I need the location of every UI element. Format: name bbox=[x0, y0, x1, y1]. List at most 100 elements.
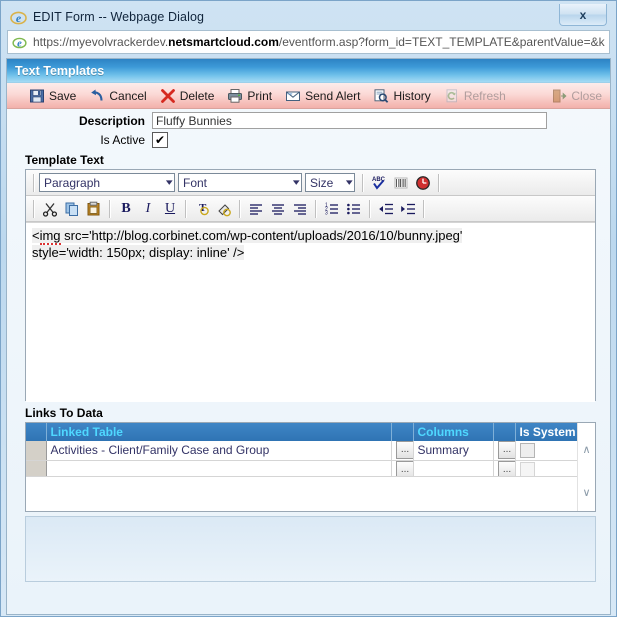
col-header-is-system[interactable]: Is System bbox=[515, 423, 580, 441]
barcode-icon[interactable] bbox=[390, 173, 412, 193]
col-header-rowselect[interactable] bbox=[26, 423, 47, 441]
col-header-blank2 bbox=[493, 423, 516, 441]
copy-icon[interactable] bbox=[61, 199, 83, 219]
bold-icon[interactable]: B bbox=[115, 199, 137, 219]
indent-icon[interactable] bbox=[397, 199, 419, 219]
close-record-button[interactable]: Close bbox=[551, 84, 602, 107]
spellcheck-abc-icon[interactable]: ABC bbox=[368, 173, 390, 193]
cancel-button[interactable]: Cancel bbox=[89, 84, 147, 107]
delete-label: Delete bbox=[179, 88, 215, 103]
refresh-button[interactable]: Refresh bbox=[444, 84, 506, 107]
links-to-data-grid: Linked Table Columns Is System Activitie… bbox=[25, 422, 596, 512]
links-to-data-label: Links To Data bbox=[25, 406, 103, 420]
underline-icon[interactable]: U bbox=[159, 199, 181, 219]
highlight-fill-icon[interactable] bbox=[213, 199, 235, 219]
print-label: Print bbox=[247, 88, 273, 103]
envelope-icon bbox=[285, 88, 301, 104]
text-color-icon[interactable]: T bbox=[191, 199, 213, 219]
save-button[interactable]: Save bbox=[29, 84, 76, 107]
address-bar[interactable]: e https://myevolvrackerdev.netsmartcloud… bbox=[7, 30, 610, 54]
dialog-titlebar: e EDIT Form -- Webpage Dialog x bbox=[6, 4, 611, 29]
footer-panel bbox=[25, 516, 596, 582]
cut-scissors-icon[interactable] bbox=[39, 199, 61, 219]
refresh-page-icon bbox=[444, 88, 460, 104]
description-input[interactable] bbox=[152, 112, 547, 129]
cell-columns[interactable]: Summary bbox=[413, 441, 494, 461]
chevron-down-icon: ▾ bbox=[346, 177, 354, 187]
editor-line1-prefix: < bbox=[32, 228, 40, 243]
command-toolbar: Save Cancel Delete Print Send Alert Hist… bbox=[7, 83, 610, 109]
close-record-label: Close bbox=[571, 88, 602, 103]
svg-text:e: e bbox=[17, 38, 22, 49]
rich-text-editor: Paragraph ▾ Font ▾ Size ▾ ABC B I U T 1 … bbox=[25, 169, 596, 402]
isactive-checkbox[interactable]: ✔ bbox=[152, 132, 168, 148]
refresh-label: Refresh bbox=[463, 88, 506, 103]
scroll-down-icon[interactable]: ∨ bbox=[578, 484, 595, 501]
cell-linked-table[interactable]: Activities - Client/Family Case and Grou… bbox=[46, 441, 392, 461]
align-right-icon[interactable] bbox=[289, 199, 311, 219]
url-path: /eventform.asp?form_id=TEXT_TEMPLATE&par… bbox=[278, 35, 605, 49]
ellipsis-button[interactable]: ... bbox=[497, 441, 514, 459]
isactive-row: Is Active ✔ bbox=[7, 129, 610, 148]
editor-line-1: <img src='http://blog.corbinet.com/wp-co… bbox=[32, 227, 589, 245]
red-x-icon bbox=[160, 88, 176, 104]
paste-icon[interactable] bbox=[83, 199, 105, 219]
clock-icon[interactable] bbox=[412, 173, 434, 193]
send-alert-button[interactable]: Send Alert bbox=[285, 84, 360, 107]
close-icon: x bbox=[579, 7, 587, 22]
col-header-linked-table[interactable]: Linked Table bbox=[46, 423, 392, 441]
toolbar-divider bbox=[33, 173, 35, 192]
address-bar-url: https://myevolvrackerdev.netsmartcloud.c… bbox=[33, 35, 605, 49]
isactive-label: Is Active bbox=[100, 133, 145, 147]
toolbar-divider bbox=[109, 199, 111, 218]
font-family-select[interactable]: Font ▾ bbox=[178, 173, 302, 192]
table-header-row: Linked Table Columns Is System bbox=[26, 423, 580, 441]
svg-text:ABC: ABC bbox=[372, 177, 386, 183]
row-selector[interactable] bbox=[26, 441, 47, 461]
exit-door-icon bbox=[551, 88, 567, 104]
svg-text:e: e bbox=[16, 11, 22, 25]
toolbar-divider bbox=[362, 173, 364, 192]
is-system-checkbox[interactable] bbox=[519, 442, 535, 458]
print-button[interactable]: Print bbox=[227, 84, 272, 107]
scroll-up-icon[interactable]: ∧ bbox=[578, 441, 595, 458]
editor-line2-text: style='width: 150px; display: inline' /> bbox=[32, 245, 245, 261]
ie-logo-icon: e bbox=[10, 9, 27, 26]
history-label: History bbox=[393, 88, 431, 103]
editor-content[interactable]: <img src='http://blog.corbinet.com/wp-co… bbox=[26, 222, 595, 402]
save-label: Save bbox=[49, 88, 77, 103]
form-body: Description Is Active ✔ Template Text Pa… bbox=[7, 109, 610, 614]
undo-arrow-icon bbox=[89, 88, 105, 104]
align-left-icon[interactable] bbox=[245, 199, 267, 219]
col-header-columns[interactable]: Columns bbox=[413, 423, 494, 441]
outdent-icon[interactable] bbox=[375, 199, 397, 219]
checkmark-icon: ✔ bbox=[154, 133, 166, 147]
col-header-blank1 bbox=[391, 423, 414, 441]
italic-icon[interactable]: I bbox=[137, 199, 159, 219]
grid-scrollbar[interactable]: ∧ ∨ bbox=[577, 423, 595, 511]
toolbar-divider bbox=[239, 199, 241, 218]
chevron-down-icon: ▾ bbox=[166, 177, 174, 187]
editor-toolbar-row1: Paragraph ▾ Font ▾ Size ▾ ABC bbox=[26, 170, 595, 196]
page-content: Text Templates Save Cancel Delete Print … bbox=[6, 58, 611, 615]
cell-ellipsis-columns: ... bbox=[493, 441, 516, 461]
align-center-icon[interactable] bbox=[267, 199, 289, 219]
misspelled-word: img bbox=[39, 228, 61, 245]
app-header: Text Templates bbox=[7, 59, 610, 83]
dialog-close-button[interactable]: x bbox=[559, 4, 607, 26]
delete-button[interactable]: Delete bbox=[160, 84, 215, 107]
cell-ellipsis-linked-table: ... bbox=[391, 441, 414, 461]
ie-page-icon: e bbox=[12, 35, 27, 50]
description-label: Description bbox=[78, 113, 145, 128]
history-button[interactable]: History bbox=[373, 84, 431, 107]
svg-text:3: 3 bbox=[325, 210, 328, 216]
toolbar-divider bbox=[423, 199, 425, 218]
table-row[interactable]: Activities - Client/Family Case and Grou… bbox=[26, 441, 580, 461]
cancel-label: Cancel bbox=[109, 88, 147, 103]
font-size-select[interactable]: Size ▾ bbox=[305, 173, 355, 192]
is-system-checkbox[interactable] bbox=[519, 462, 535, 478]
ellipsis-button[interactable]: ... bbox=[395, 441, 412, 459]
ordered-list-icon[interactable]: 123 bbox=[321, 199, 343, 219]
bulleted-list-icon[interactable] bbox=[343, 199, 365, 219]
paragraph-style-select[interactable]: Paragraph ▾ bbox=[39, 173, 175, 192]
